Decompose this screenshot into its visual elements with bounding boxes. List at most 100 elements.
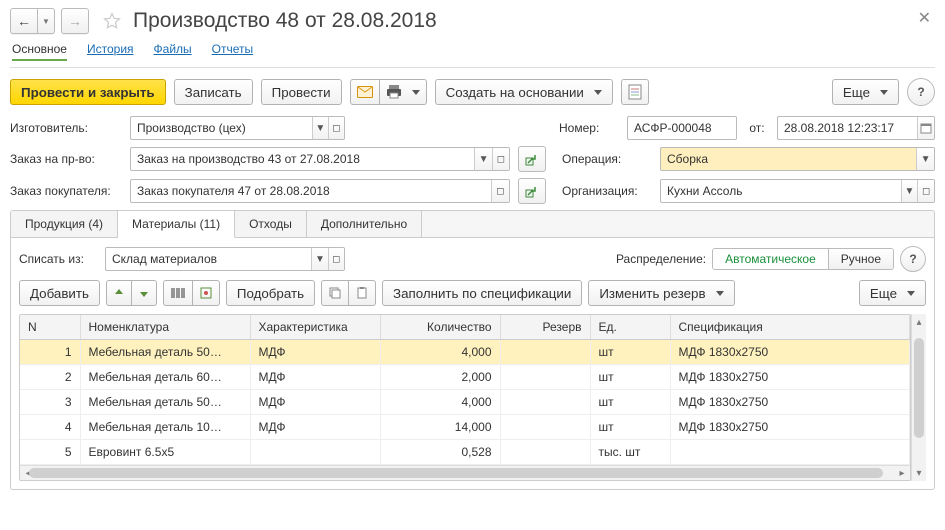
table-row[interactable]: 2 Мебельная деталь 60… МДФ 2,000 шт МДФ … (20, 365, 910, 390)
chevron-down-icon: ▼ (315, 123, 325, 134)
cust-order-field[interactable]: ◻ (130, 179, 510, 203)
vscroll-down[interactable]: ▾ (913, 467, 925, 479)
col-reserve[interactable]: Резерв (500, 315, 590, 340)
org-open[interactable]: ◻ (917, 180, 934, 202)
col-qty[interactable]: Количество (380, 315, 500, 340)
barcode-button[interactable] (163, 280, 192, 306)
prod-order-open[interactable]: ◻ (492, 148, 509, 170)
move-down-button[interactable] (131, 280, 157, 306)
cust-order-open[interactable]: ◻ (491, 180, 509, 202)
nav-back-button[interactable] (10, 8, 38, 34)
table-row[interactable]: 5 Евровинт 6.5x5 0,528 тыс. шт (20, 440, 910, 465)
materials-table: N Номенклатура Характеристика Количество… (20, 315, 910, 465)
distribution-toggle: Автоматическое Ручное (712, 248, 894, 270)
col-unit[interactable]: Ед. (590, 315, 670, 340)
nb-tab-additional[interactable]: Дополнительно (307, 211, 422, 237)
org-dropdown[interactable]: ▼ (901, 180, 918, 202)
copy-paste-group (321, 280, 376, 306)
email-button[interactable] (350, 79, 379, 105)
fill-by-spec-button[interactable]: Заполнить по спецификации (382, 280, 582, 306)
col-spec[interactable]: Спецификация (670, 315, 910, 340)
prod-order-action[interactable] (518, 146, 546, 172)
favorite-star[interactable] (101, 10, 123, 32)
col-nomen[interactable]: Номенклатура (80, 315, 250, 340)
report-button[interactable] (621, 79, 649, 105)
org-input[interactable] (661, 180, 901, 202)
prod-order-dropdown[interactable]: ▼ (474, 148, 491, 170)
open-icon: ◻ (332, 254, 340, 265)
writeoff-open[interactable]: ◻ (328, 248, 344, 270)
vscroll-up[interactable]: ▴ (913, 316, 925, 328)
notebook: Продукция (4) Материалы (11) Отходы Допо… (10, 210, 935, 490)
distribution-manual[interactable]: Ручное (829, 249, 893, 269)
pick-button[interactable]: Подобрать (226, 280, 315, 306)
hscroll-right[interactable]: ▸ (896, 467, 908, 479)
manufacturer-dropdown[interactable]: ▼ (312, 117, 328, 139)
copy-button[interactable] (321, 280, 348, 306)
nb-tab-waste[interactable]: Отходы (235, 211, 307, 237)
col-n[interactable]: N (20, 315, 80, 340)
table-row[interactable]: 1 Мебельная деталь 50… МДФ 4,000 шт МДФ … (20, 340, 910, 365)
number-field[interactable] (627, 116, 737, 140)
post-button[interactable]: Провести (261, 79, 342, 105)
tab-reports[interactable]: Отчеты (212, 42, 253, 61)
nb-tab-products[interactable]: Продукция (4) (11, 211, 118, 237)
number-input[interactable] (628, 117, 736, 139)
vscrollbar[interactable]: ▴ ▾ (911, 314, 926, 481)
nav-back-dropdown[interactable]: ▼ (38, 8, 55, 34)
date-field[interactable] (777, 116, 935, 140)
manufacturer-field[interactable]: ▼ ◻ (130, 116, 345, 140)
manufacturer-input[interactable] (131, 117, 312, 139)
col-char[interactable]: Характеристика (250, 315, 380, 340)
hscrollbar[interactable]: ◂ ▸ (20, 465, 910, 480)
cust-order-input[interactable] (131, 180, 491, 202)
distribution-auto[interactable]: Автоматическое (713, 249, 829, 269)
print-button[interactable] (379, 79, 427, 105)
prod-order-input[interactable] (131, 148, 474, 170)
close-button[interactable]: ✕ (914, 8, 935, 28)
date-picker[interactable] (917, 117, 934, 139)
manufacturer-label: Изготовитель: (10, 121, 122, 135)
help-button[interactable]: ? (907, 78, 935, 106)
star-icon (102, 11, 122, 31)
vscroll-thumb[interactable] (914, 338, 924, 438)
operation-label: Операция: (554, 152, 652, 166)
table-row[interactable]: 4 Мебельная деталь 10… МДФ 14,000 шт МДФ… (20, 415, 910, 440)
cust-order-action[interactable] (518, 178, 546, 204)
grid-more-button[interactable]: Еще (859, 280, 926, 306)
prod-order-field[interactable]: ▼ ◻ (130, 147, 510, 171)
save-button[interactable]: Записать (174, 79, 253, 105)
operation-input[interactable] (661, 148, 916, 170)
nb-tab-materials[interactable]: Материалы (11) (118, 211, 235, 238)
operation-field[interactable]: ▼ (660, 147, 935, 171)
nav-forward-button[interactable] (61, 8, 89, 34)
writeoff-input[interactable] (106, 248, 311, 270)
writeoff-dropdown[interactable]: ▼ (311, 248, 327, 270)
tab-main[interactable]: Основное (12, 42, 67, 61)
paste-button[interactable] (348, 280, 376, 306)
move-up-button[interactable] (106, 280, 131, 306)
tab-files[interactable]: Файлы (154, 42, 192, 61)
add-row-button[interactable]: Добавить (19, 280, 100, 306)
post-and-close-button[interactable]: Провести и закрыть (10, 79, 166, 105)
link-tabs: Основное История Файлы Отчеты (10, 42, 935, 68)
hscroll-thumb[interactable] (29, 468, 883, 478)
table-row[interactable]: 3 Мебельная деталь 50… МДФ 4,000 шт МДФ … (20, 390, 910, 415)
cell-spec: МДФ 1830x2750 (670, 415, 910, 440)
cell-unit: шт (590, 340, 670, 365)
change-reserve-button[interactable]: Изменить резерв (588, 280, 734, 306)
date-input[interactable] (778, 117, 917, 139)
tab-history[interactable]: История (87, 42, 134, 61)
operation-dropdown[interactable]: ▼ (916, 148, 934, 170)
distribution-help[interactable]: ? (900, 246, 926, 272)
cell-reserve (500, 415, 590, 440)
org-field[interactable]: ▼ ◻ (660, 179, 935, 203)
scan-button[interactable] (192, 280, 220, 306)
form-row-manufacturer: Изготовитель: ▼ ◻ Номер: от: (10, 116, 935, 140)
cell-n: 4 (20, 415, 80, 440)
create-based-button[interactable]: Создать на основании (435, 79, 613, 105)
writeoff-field[interactable]: ▼ ◻ (105, 247, 345, 271)
cell-unit: шт (590, 415, 670, 440)
more-button[interactable]: Еще (832, 79, 899, 105)
manufacturer-open[interactable]: ◻ (328, 117, 344, 139)
